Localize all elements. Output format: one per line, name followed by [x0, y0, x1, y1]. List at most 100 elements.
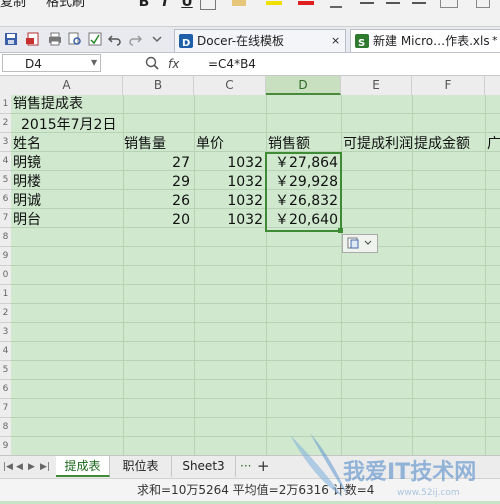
cell-name[interactable]: 明台 [13, 211, 41, 230]
sheet-tab-sheet3[interactable]: Sheet3 [172, 456, 236, 477]
grid-line [11, 303, 500, 304]
font-color-icon[interactable] [298, 1, 314, 5]
wrap-icon[interactable] [476, 0, 490, 8]
cell-name[interactable]: 明镜 [13, 154, 41, 173]
row-header[interactable]: 8 [0, 418, 11, 437]
cell-unit-price[interactable]: 1032 [194, 211, 263, 230]
border-icon[interactable] [200, 0, 216, 10]
prev-sheet-icon[interactable]: ◀ [16, 460, 26, 474]
row-header[interactable]: 6 [0, 190, 11, 209]
row-header[interactable]: 7 [0, 399, 11, 418]
docer-icon: D [179, 34, 193, 49]
header-profit[interactable]: 可提成利润 [343, 135, 414, 154]
add-sheet-icon[interactable]: + [257, 456, 270, 477]
row-header[interactable]: 1 [0, 95, 11, 114]
more-sheets-icon[interactable]: ··· [240, 456, 251, 477]
fill-color-icon[interactable] [232, 0, 246, 6]
column-header-b[interactable]: B [123, 76, 194, 95]
cell-unit-price[interactable]: 1032 [194, 154, 263, 173]
print-preview-icon[interactable] [68, 32, 82, 46]
close-icon[interactable]: × [331, 30, 340, 52]
bold-button[interactable]: B [137, 0, 151, 10]
customize-toolbar-icon[interactable] [150, 32, 164, 46]
selection-range[interactable] [265, 152, 342, 232]
row-header[interactable]: 0 [0, 266, 11, 285]
italic-button[interactable]: I [158, 0, 172, 10]
copy-button[interactable]: 复制 [0, 0, 26, 10]
save-icon[interactable] [4, 32, 18, 46]
row-header[interactable]: 5 [0, 171, 11, 190]
cell-a2-date[interactable]: 2015年7月2日 [21, 116, 116, 135]
row-header[interactable]: 3 [0, 133, 11, 152]
header-commission[interactable]: 提成金额 [414, 135, 470, 154]
cell-quantity[interactable]: 29 [123, 173, 190, 192]
row-header[interactable]: 2 [0, 114, 11, 133]
next-sheet-icon[interactable]: ▶ [28, 460, 38, 474]
grid-line [11, 436, 500, 437]
row-header[interactable]: 2 [0, 304, 11, 323]
highlight-color-icon[interactable] [266, 1, 282, 5]
row-header[interactable]: 5 [0, 361, 11, 380]
last-sheet-icon[interactable]: ▶| [40, 460, 50, 474]
status-bar: 求和=10万5264 平均值=2万6316 计数=4 [0, 478, 500, 501]
chevron-down-icon[interactable]: ▼ [91, 58, 97, 67]
row-header[interactable]: 1 [0, 285, 11, 304]
grid-line [11, 113, 500, 114]
undo-icon[interactable] [107, 32, 122, 46]
cell-quantity[interactable]: 26 [123, 192, 190, 211]
cell-name[interactable]: 明诚 [13, 192, 41, 211]
grid-line [341, 95, 342, 455]
grid-line [11, 341, 500, 342]
print-icon[interactable] [48, 32, 62, 46]
column-header-d[interactable]: D [266, 76, 341, 95]
name-box[interactable]: D4 [2, 54, 101, 72]
cell-unit-price[interactable]: 1032 [194, 173, 263, 192]
cell-grid[interactable]: 销售提成表 2015年7月2日 姓名 销售量 单价 销售额 可提成利润 提成金额… [11, 95, 500, 455]
cell-name[interactable]: 明楼 [13, 173, 41, 192]
cell-unit-price[interactable]: 1032 [194, 192, 263, 211]
column-header-e[interactable]: E [341, 76, 412, 95]
grid-line [194, 95, 195, 455]
row-header[interactable]: 4 [0, 152, 11, 171]
header-extra[interactable]: 广 [487, 135, 500, 154]
fx-button[interactable]: fx [168, 53, 179, 75]
row-header[interactable]: 7 [0, 209, 11, 228]
header-name[interactable]: 姓名 [13, 135, 41, 154]
paste-options-button[interactable] [342, 234, 378, 253]
redo-icon[interactable] [128, 32, 143, 46]
header-quantity[interactable]: 销售量 [124, 135, 166, 154]
formula-input[interactable]: =C4*B4 [208, 53, 256, 75]
align-icon[interactable] [330, 0, 342, 8]
merge-icon[interactable] [440, 0, 458, 8]
header-unit-price[interactable]: 单价 [196, 135, 224, 154]
grid-line [11, 265, 500, 266]
row-header[interactable]: 3 [0, 323, 11, 342]
underline-button[interactable]: U [180, 0, 194, 10]
grid-line [11, 398, 500, 399]
cell-quantity[interactable]: 20 [123, 211, 190, 230]
grid-line [485, 95, 486, 455]
row-header[interactable]: 6 [0, 380, 11, 399]
sheet-tab-positions[interactable]: 职位表 [110, 456, 172, 477]
cell-quantity[interactable]: 27 [123, 154, 190, 173]
unsaved-indicator: * [492, 34, 498, 47]
row-header[interactable]: 9 [0, 247, 11, 266]
status-summary: 求和=10万5264 平均值=2万6316 计数=4 [137, 483, 375, 497]
tab-workbook[interactable]: S 新建 Micro…作表.xls * [350, 29, 500, 52]
zoom-icon[interactable] [144, 55, 160, 74]
spell-check-icon[interactable] [88, 32, 102, 46]
first-sheet-icon[interactable]: |◀ [3, 460, 13, 474]
row-header[interactable]: 9 [0, 437, 11, 455]
column-header-c[interactable]: C [194, 76, 266, 95]
tab-docer[interactable]: D Docer-在线模板 × [174, 29, 346, 52]
cell-a1-title[interactable]: 销售提成表 [13, 95, 83, 114]
export-pdf-icon[interactable] [26, 32, 40, 46]
row-header[interactable]: 8 [0, 228, 11, 247]
column-header-a[interactable]: A [11, 76, 123, 95]
format-painter-button[interactable]: 格式刷 [46, 0, 85, 10]
tab-label: Docer-在线模板 [197, 34, 285, 48]
column-header-f[interactable]: F [412, 76, 485, 95]
sheet-tab-commission[interactable]: 提成表 [56, 456, 110, 477]
row-header[interactable]: 4 [0, 342, 11, 361]
fill-handle[interactable] [338, 228, 343, 233]
